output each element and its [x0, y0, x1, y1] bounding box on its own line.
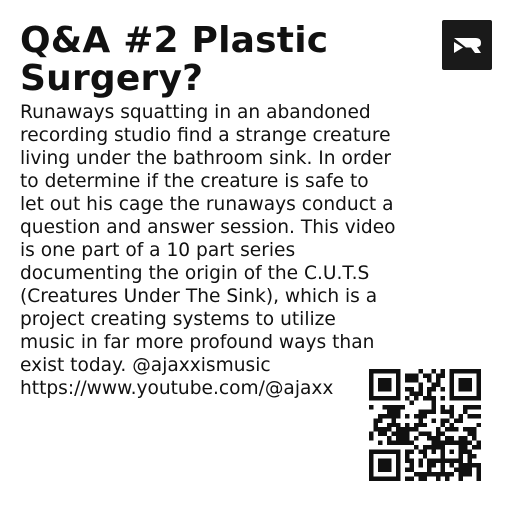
channel-url[interactable]: https://www.youtube.com/@ajaxx — [20, 377, 356, 400]
post-description: Runaways squatting in an abandoned recor… — [20, 102, 396, 376]
post-card: Q&A #2 Plastic Surgery? Runaways squatti… — [0, 0, 512, 512]
post-title: Q&A #2 Plastic Surgery? — [20, 20, 329, 99]
qr-code-icon[interactable] — [369, 369, 481, 481]
brand-logo-glyph — [454, 38, 481, 53]
qr-code-graphic — [369, 369, 481, 481]
brand-logo-icon[interactable] — [442, 20, 492, 70]
